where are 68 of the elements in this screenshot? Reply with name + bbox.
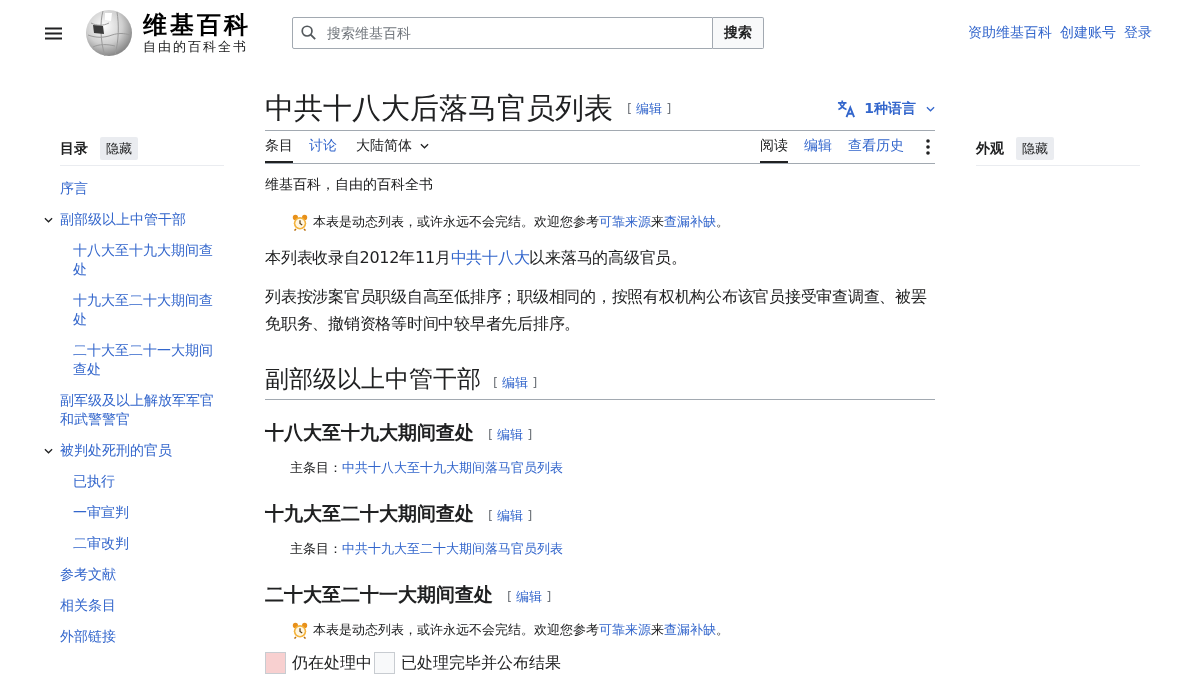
toc-link[interactable]: 二十大至二十一大期间查处 xyxy=(73,341,218,379)
toc-link[interactable]: 二审改判 xyxy=(73,534,129,553)
user-link[interactable]: 资助维基百科 xyxy=(968,24,1052,42)
search-button[interactable]: 搜索 xyxy=(713,17,764,49)
edit-link[interactable]: [ 编辑 ] xyxy=(627,99,672,118)
puzzle-globe-icon[interactable] xyxy=(85,9,133,57)
section-heading: 十九大至二十大期间查处 xyxy=(265,501,474,527)
link[interactable]: 查漏补缺 xyxy=(664,214,716,229)
alarm-clock-icon xyxy=(292,213,308,231)
menu-icon[interactable] xyxy=(45,26,62,40)
toc-heading: 目录 xyxy=(60,139,88,158)
link[interactable]: 可靠来源 xyxy=(599,622,651,637)
tab[interactable]: 查看历史 xyxy=(848,131,904,163)
hatnote: 主条目：中共十八大至十九大期间落马官员列表 xyxy=(290,459,564,477)
user-link[interactable]: 创建账号 xyxy=(1060,24,1116,42)
variant-dropdown[interactable]: 大陆简体 xyxy=(356,131,429,161)
toc-link[interactable]: 副军级及以上解放军军官和武警警官 xyxy=(60,391,218,429)
logo-tagline: 自由的百科全书 xyxy=(143,37,249,55)
tab[interactable]: 条目 xyxy=(265,131,293,163)
user-link[interactable]: 登录 xyxy=(1124,24,1152,42)
edit-link[interactable]: [ 编辑 ] xyxy=(488,507,533,525)
legend-label: 已处理完毕并公布结果 xyxy=(401,652,561,674)
toc-link[interactable]: 十九大至二十大期间查处 xyxy=(73,291,218,329)
link[interactable]: 中共十九大至二十大期间落马官员列表 xyxy=(342,541,563,556)
toc-link[interactable]: 外部链接 xyxy=(60,627,116,646)
more-icon[interactable] xyxy=(926,139,930,155)
link[interactable]: 中共十八大 xyxy=(450,248,530,267)
hide-button[interactable]: 隐藏 xyxy=(100,137,138,160)
tab[interactable]: 讨论 xyxy=(309,131,337,163)
section-heading: 十八大至十九大期间查处 xyxy=(265,420,474,446)
appearance-heading: 外观 xyxy=(976,139,1004,158)
toc-link[interactable]: 一审宣判 xyxy=(73,503,129,522)
site-tagline: 维基百科，自由的百科全书 xyxy=(265,175,434,194)
hatnote: 主条目：中共十九大至二十大期间落马官员列表 xyxy=(290,540,564,558)
edit-link[interactable]: [ 编辑 ] xyxy=(488,426,533,444)
toc-link[interactable]: 相关条目 xyxy=(60,596,116,615)
search-icon xyxy=(301,25,316,40)
paragraph: 列表按涉案官员职级自高至低排序；职级相同的，按照有权机构公布该官员接受审查调查、被罢免职务、撤销资格等时间中较早者先后排序。 xyxy=(265,286,928,335)
toc-link[interactable]: 已执行 xyxy=(73,472,115,491)
section-heading: 副部级以上中管干部 xyxy=(265,365,481,394)
notice-text: 本表是动态列表，或许永远不会完结。欢迎您参考可靠来源来查漏补缺。 xyxy=(313,213,729,231)
legend-label: 仍在处理中 xyxy=(292,652,372,674)
chevron-down-icon[interactable] xyxy=(44,216,53,223)
toc-link[interactable]: 参考文献 xyxy=(60,565,116,584)
link[interactable]: 查漏补缺 xyxy=(664,622,716,637)
link[interactable]: 可靠来源 xyxy=(599,214,651,229)
edit-link[interactable]: [ 编辑 ] xyxy=(493,374,538,392)
hide-button[interactable]: 隐藏 xyxy=(1016,137,1054,160)
toc-link[interactable]: 序言 xyxy=(60,179,88,198)
language-button[interactable]: 1种语言 xyxy=(837,99,935,118)
tab[interactable]: 阅读 xyxy=(760,131,788,163)
toc-link[interactable]: 副部级以上中管干部 xyxy=(60,210,186,229)
paragraph: 本列表收录自2012年11月 中共十八大以来落马的高级官员。 xyxy=(265,247,688,269)
link[interactable]: 中共十八大至十九大期间落马官员列表 xyxy=(342,460,563,475)
chevron-down-icon xyxy=(420,143,429,149)
translate-icon xyxy=(837,99,857,118)
page-title: 中共十八大后落马官员列表 xyxy=(265,91,613,126)
toc-link[interactable]: 十八大至十九大期间查处 xyxy=(73,241,218,279)
notice-text: 本表是动态列表，或许永远不会完结。欢迎您参考可靠来源来查漏补缺。 xyxy=(313,621,729,639)
section-heading: 二十大至二十一大期间查处 xyxy=(265,582,493,608)
tab[interactable]: 编辑 xyxy=(804,131,832,163)
search-field[interactable]: 搜索维基百科 xyxy=(292,17,713,49)
chevron-down-icon[interactable] xyxy=(44,447,53,454)
toc-link[interactable]: 被判处死刑的官员 xyxy=(60,441,172,460)
alarm-clock-icon xyxy=(292,621,308,639)
logo-wordmark[interactable]: 维基百科 xyxy=(143,11,249,38)
edit-link[interactable]: [ 编辑 ] xyxy=(507,588,552,606)
chevron-down-icon xyxy=(926,105,935,112)
